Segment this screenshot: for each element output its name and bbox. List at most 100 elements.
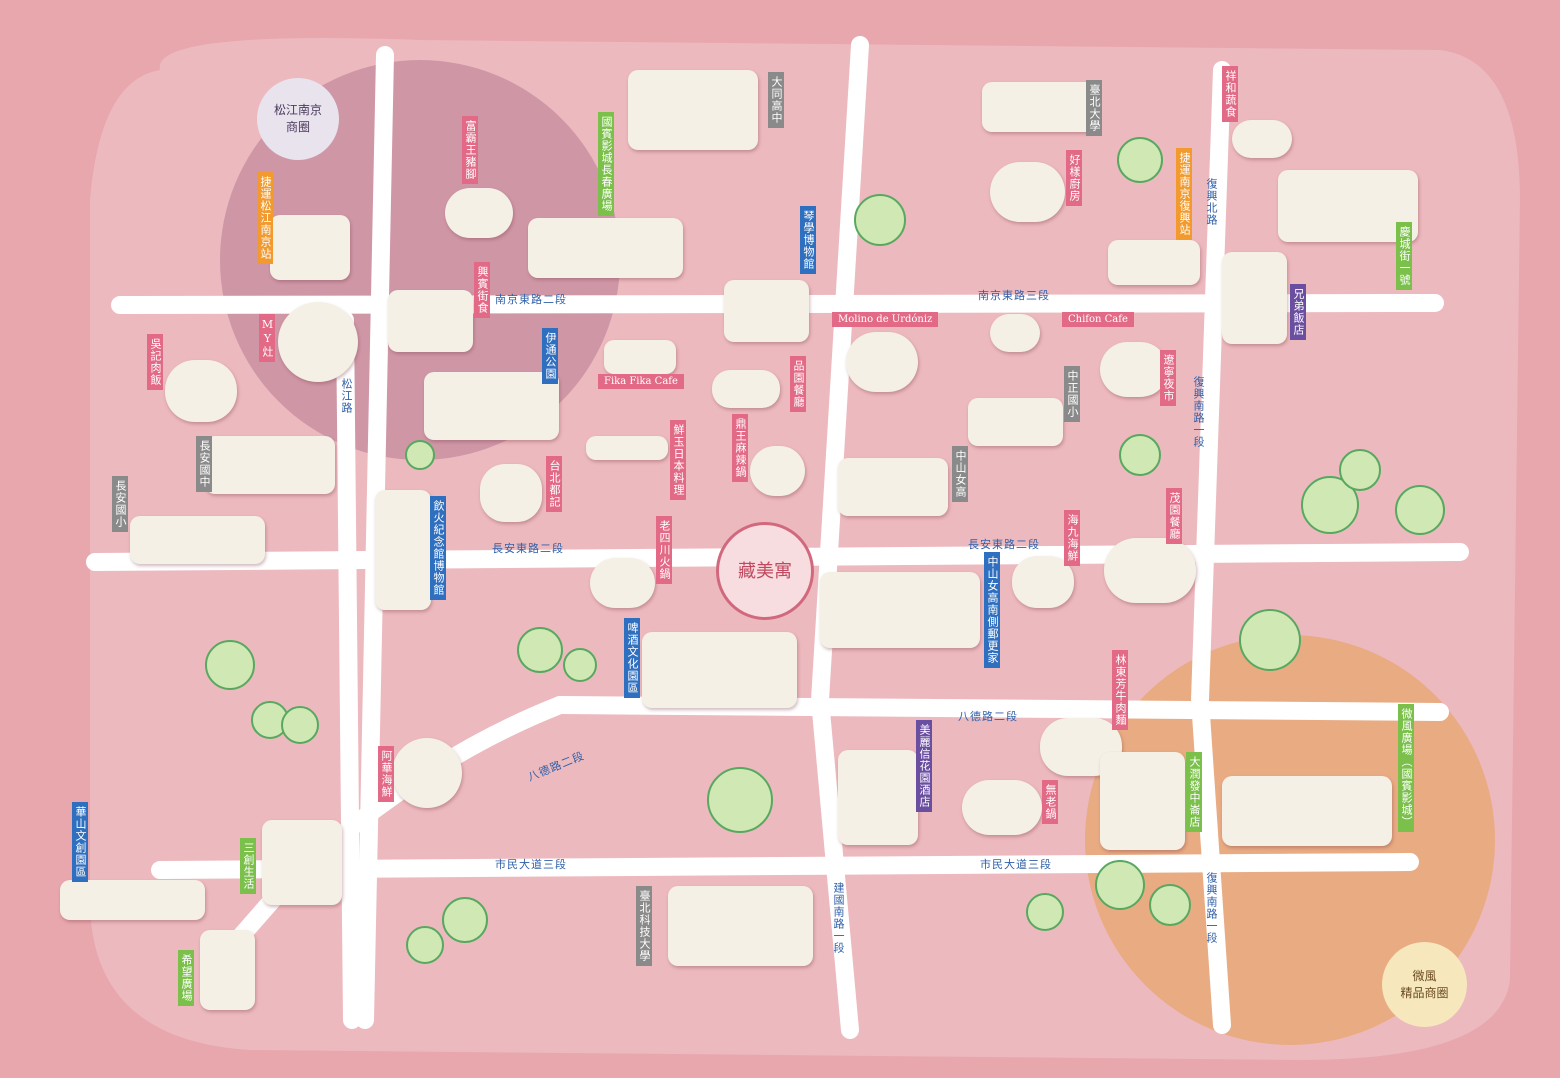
guobin-plaza-illustration	[528, 218, 683, 278]
taipei-univ-illustration	[982, 82, 1097, 132]
laosichuan-dish-illustration	[590, 558, 655, 608]
liaoning-dish-illustration	[1100, 342, 1168, 397]
fika-cafe-illustration	[604, 340, 676, 374]
road-label-jianguo: 建國南路一段	[832, 882, 845, 954]
laoshi-dish-illustration	[962, 780, 1042, 835]
poi-qinmei[interactable]: 琴學博物館	[800, 206, 816, 274]
poi-zhongshan-gh[interactable]: 中山女高	[952, 446, 968, 502]
bigdome-illustration	[1100, 752, 1185, 850]
poi-taipei-univ[interactable]: 臺北大學	[1086, 80, 1102, 136]
poi-zhongshan-street[interactable]: 中山女高南側郵更家	[984, 552, 1000, 668]
chifon-dish-illustration	[990, 314, 1040, 352]
duji-dish-illustration	[480, 464, 542, 522]
poi-breeze[interactable]: 微風廣場（國賓影城）	[1398, 704, 1414, 832]
fika-label[interactable]: Fika Fika Cafe	[598, 374, 684, 389]
ahua-dish-illustration	[392, 738, 462, 808]
poi-xingbin[interactable]: 興賓街食	[474, 262, 490, 318]
road-label-nanjing3: 南京東路三段	[978, 289, 1050, 302]
poi-mrt-songjiang[interactable]: 捷運松江南京站	[257, 172, 273, 264]
poi-pinyuan[interactable]: 品園餐廳	[790, 356, 806, 412]
poi-laosichuan[interactable]: 老四川火鍋	[656, 516, 672, 584]
road-label-fuxing-s1b: 復興南路一段	[1205, 872, 1218, 944]
poi-huashan[interactable]: 華山文創園區	[72, 802, 88, 882]
road-label-shimin3b: 市民大道三段	[980, 858, 1052, 871]
poi-maoyuan[interactable]: 茂園餐廳	[1166, 488, 1182, 544]
xianghe-dish-illustration	[1232, 120, 1292, 158]
fire-museum-illustration	[375, 490, 431, 610]
my-dish-illustration	[278, 302, 358, 382]
molino-dish-illustration	[846, 332, 918, 392]
sanchuang-illustration	[262, 820, 342, 905]
map-canvas[interactable]: 松江南京 商圈 微風 精品商圈 藏美寓 南京東路二段 南京東路三段 長安東路二段…	[0, 0, 1560, 1078]
poi-huashan-beer[interactable]: 啤酒文化園區	[624, 618, 640, 698]
xinyi-district-badge[interactable]: 微風 精品商圈	[1382, 942, 1467, 1027]
huashan-beer-illustration	[642, 632, 797, 708]
maoyuan-dish-illustration	[1104, 538, 1196, 603]
poi-guobin[interactable]: 國賓影城長春廣場	[598, 112, 614, 216]
mela-hotel-illustration	[838, 750, 918, 845]
qinmei-museum-illustration	[724, 280, 809, 342]
songjiang-district-badge[interactable]: 松江南京 商圈	[257, 78, 339, 160]
home-marker[interactable]: 藏美寓	[716, 522, 814, 620]
poi-zhongzheng[interactable]: 中正國小	[1064, 366, 1080, 422]
poi-changan-es[interactable]: 長安國小	[112, 476, 128, 532]
xingbin-dish-illustration	[388, 290, 473, 352]
road-label-changan2: 長安東路二段	[492, 542, 564, 555]
road-songjiang	[336, 311, 361, 1029]
poi-xianyu[interactable]: 鮮玉日本料理	[670, 420, 686, 500]
road-label-songjiang: 松江路	[340, 378, 353, 414]
fubawang-dish-illustration	[445, 188, 513, 238]
poi-ntut[interactable]: 臺北科技大學	[636, 886, 652, 966]
poi-ahua[interactable]: 阿華海鮮	[378, 746, 394, 802]
dingwang-dish-illustration	[750, 446, 805, 496]
xiwang-plaza-illustration	[200, 930, 255, 1010]
datong-highschool-illustration	[628, 70, 758, 150]
yitong-park-illustration	[424, 372, 559, 440]
poi-laoshi[interactable]: 無老鍋	[1042, 780, 1058, 824]
changan-es-illustration	[130, 516, 265, 564]
poi-brother-hotel[interactable]: 兄弟飯店	[1290, 284, 1306, 340]
huashan-park-illustration	[60, 880, 205, 920]
ntut-illustration	[668, 886, 813, 966]
poi-bigdome[interactable]: 大潤發中崙店	[1186, 752, 1202, 832]
poi-fire-museum[interactable]: 飲火紀念館博物館	[430, 496, 446, 600]
pinyuan-dish-illustration	[712, 370, 780, 408]
haoyang-dish-illustration	[990, 162, 1065, 222]
poi-mrt-fuxing[interactable]: 捷運南京復興站	[1176, 148, 1192, 240]
poi-sanchuang[interactable]: 三創生活	[240, 838, 256, 894]
poi-haoyang[interactable]: 好樣廚房	[1066, 150, 1082, 206]
poi-my[interactable]: MY灶	[259, 314, 275, 362]
breeze-plaza-illustration	[1222, 776, 1392, 846]
poi-haijiu[interactable]: 海九海鮮	[1064, 510, 1080, 566]
poi-wuji[interactable]: 吳記肉飯	[147, 334, 163, 390]
changan-jh-illustration	[205, 436, 335, 494]
wuji-dish-illustration	[165, 360, 237, 422]
poi-xiwang[interactable]: 希望廣場	[178, 950, 194, 1006]
zhongshan-gh-illustration	[838, 458, 948, 516]
poi-xianghe[interactable]: 祥和蔬食	[1222, 66, 1238, 122]
poi-yitong[interactable]: 伊通公園	[542, 328, 558, 384]
zhongzheng-illustration	[968, 398, 1063, 446]
chifon-label[interactable]: Chifon Cafe	[1062, 312, 1134, 327]
mrt-songjiang-illustration	[270, 215, 350, 280]
road-label-fuxing-s1: 復興南路一段	[1192, 376, 1205, 448]
road-label-nanjing2: 南京東路二段	[495, 293, 567, 306]
poi-qingcheng[interactable]: 慶城街一號	[1396, 222, 1412, 290]
road-label-shimin3a: 市民大道三段	[495, 858, 567, 871]
poi-mela-hotel[interactable]: 美麗信花園酒店	[916, 720, 932, 812]
poi-datong[interactable]: 大同高中	[768, 72, 784, 128]
xianyu-illustration	[586, 436, 668, 460]
poi-dingwang[interactable]: 鼎王麻辣鍋	[732, 414, 748, 482]
road-label-bade2a: 八德路二段	[958, 710, 1018, 723]
poi-liaoning[interactable]: 遼寧夜市	[1160, 350, 1176, 406]
mrt-fuxing-illustration	[1108, 240, 1200, 285]
molino-label[interactable]: Molino de Urdóniz	[832, 312, 939, 327]
road-label-fuxing-n: 復興北路	[1205, 178, 1218, 226]
poi-linshen[interactable]: 林東芳牛肉麵	[1112, 650, 1128, 730]
poi-fubawang[interactable]: 富霸王豬腳	[462, 116, 478, 184]
poi-duji[interactable]: 台北都記	[546, 456, 562, 512]
road-label-changan2b: 長安東路二段	[968, 538, 1040, 551]
zhongshan-street-illustration	[820, 572, 980, 648]
poi-changan-jh[interactable]: 長安國中	[196, 436, 212, 492]
brother-hotel-illustration	[1222, 252, 1287, 344]
